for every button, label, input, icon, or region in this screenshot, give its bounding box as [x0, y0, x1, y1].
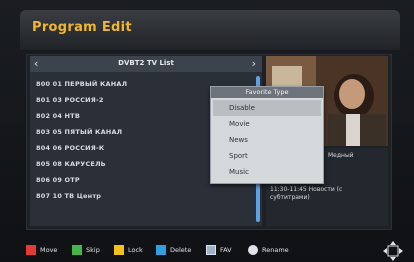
- legend-fav-label: FAV: [220, 246, 232, 254]
- red-key-icon: [26, 245, 36, 255]
- fav-icon: [206, 245, 216, 255]
- legend-skip[interactable]: Skip: [72, 244, 100, 256]
- legend-delete[interactable]: Delete: [156, 244, 191, 256]
- page-title: Program Edit: [32, 20, 132, 35]
- legend-fav[interactable]: FAV: [206, 244, 232, 256]
- option-sport[interactable]: Sport: [211, 148, 323, 164]
- legend-rename-label: Rename: [262, 246, 289, 254]
- option-music[interactable]: Music: [211, 164, 323, 180]
- screen: Program Edit ‹ DVBT2 TV List › 800 01 ПЕ…: [0, 0, 414, 262]
- navigation-icon: [383, 241, 403, 261]
- option-disable[interactable]: Disable: [213, 100, 321, 116]
- legend-move-label: Move: [40, 246, 58, 254]
- legend-lock-label: Lock: [128, 246, 143, 254]
- epg-next-line2: субтитрами): [270, 194, 310, 201]
- favorite-type-popup: Favorite Type Disable Movie News Sport M…: [210, 86, 324, 184]
- legend-rename[interactable]: Rename: [248, 244, 289, 256]
- legend-move[interactable]: Move: [26, 244, 57, 256]
- list-title: DVBT2 TV List: [118, 59, 174, 67]
- channel-row[interactable]: 807 10 ТВ Центр: [30, 188, 252, 204]
- epg-current: Медный: [328, 152, 354, 159]
- favorite-options: Disable Movie News Sport Music: [211, 100, 323, 180]
- footer-legend: Move Skip Lock Delete FAV Rename: [0, 238, 414, 262]
- yellow-key-icon: [114, 245, 124, 255]
- legend-delete-label: Delete: [170, 246, 192, 254]
- chevron-right-icon[interactable]: ›: [252, 57, 256, 70]
- rename-icon: [248, 245, 258, 255]
- list-header: ‹ DVBT2 TV List ›: [30, 56, 262, 72]
- green-key-icon: [72, 245, 82, 255]
- title-bar: Program Edit: [20, 10, 400, 50]
- option-news[interactable]: News: [211, 132, 323, 148]
- blue-key-icon: [156, 245, 166, 255]
- epg-next-line1: 11:30-11:45 Новости (с: [270, 186, 343, 193]
- legend-lock[interactable]: Lock: [114, 244, 143, 256]
- popup-title: Favorite Type: [211, 87, 323, 98]
- option-movie[interactable]: Movie: [211, 116, 323, 132]
- legend-skip-label: Skip: [86, 246, 100, 254]
